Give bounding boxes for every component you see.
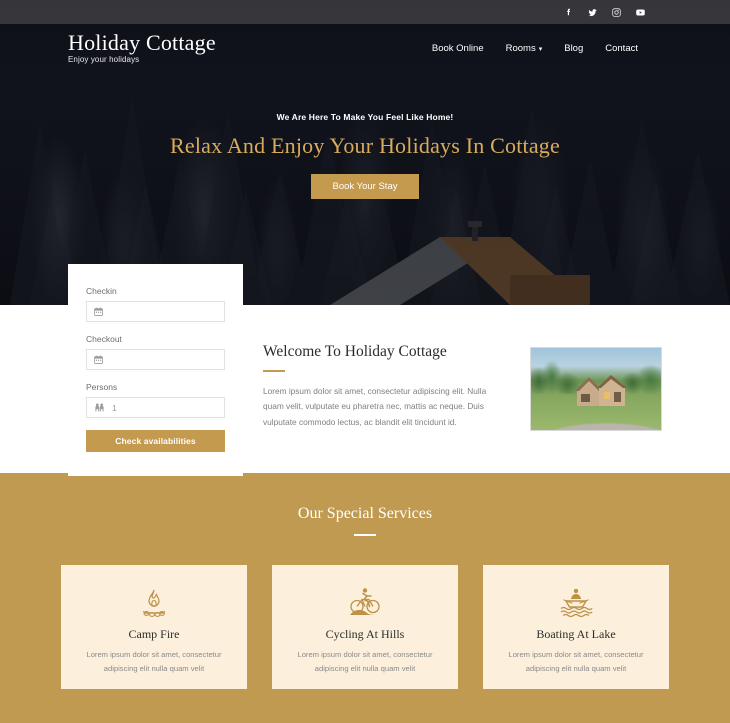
service-card-cycling-at-hills[interactable]: Cycling At Hills Lorem ipsum dolor sit a…: [272, 565, 458, 689]
welcome-image-house: [575, 375, 628, 406]
brand-title: Holiday Cottage: [68, 30, 216, 55]
brand-logo[interactable]: Holiday Cottage Enjoy your holidays: [68, 32, 216, 64]
top-bar: [0, 0, 730, 24]
welcome-divider: [263, 370, 285, 372]
nav-item-contact[interactable]: Contact: [605, 43, 638, 54]
checkin-label: Checkin: [86, 286, 117, 296]
calendar-icon: [94, 307, 103, 316]
service-card-text: Lorem ipsum dolor sit amet, consectetur …: [86, 650, 222, 673]
services-cards: Camp Fire Lorem ipsum dolor sit amet, co…: [0, 565, 730, 689]
services-section: Our Special Services Camp Fire Lorem ips…: [0, 473, 730, 723]
checkout-input[interactable]: [86, 349, 225, 370]
welcome-image: [530, 347, 662, 431]
hero-title: Relax And Enjoy Your Holidays In Cottage: [170, 133, 560, 158]
service-card-camp-fire[interactable]: Camp Fire Lorem ipsum dolor sit amet, co…: [61, 565, 247, 689]
welcome-title: Welcome To Holiday Cottage: [263, 343, 447, 360]
welcome-body: Lorem ipsum dolor sit amet, consectetur …: [263, 386, 487, 427]
nav-item-rooms[interactable]: Rooms ▾: [506, 43, 543, 54]
persons-input[interactable]: 1: [86, 397, 225, 418]
people-icon: [95, 403, 104, 412]
booking-form: Checkin Checkout Persons 1 Check availab…: [68, 264, 243, 476]
welcome-text-block: Welcome To Holiday Cottage Lorem ipsum d…: [263, 343, 507, 473]
cycling-icon: [272, 584, 458, 622]
persons-label: Persons: [86, 382, 118, 392]
youtube-icon[interactable]: [635, 7, 646, 18]
book-your-stay-button[interactable]: Book Your Stay: [310, 174, 420, 199]
nav-item-blog[interactable]: Blog: [564, 43, 583, 54]
checkout-label: Checkout: [86, 334, 122, 344]
check-availabilities-button[interactable]: Check availabilities: [86, 430, 225, 452]
nav-item-book-online[interactable]: Book Online: [432, 43, 484, 54]
service-card-title: Camp Fire: [128, 627, 180, 641]
service-card-text: Lorem ipsum dolor sit amet, consectetur …: [508, 650, 644, 673]
instagram-icon[interactable]: [611, 7, 622, 18]
hero-content: We Are Here To Make You Feel Like Home! …: [0, 112, 730, 199]
nav-item-label: Book Online: [431, 42, 484, 54]
nav-item-label: Blog: [564, 42, 584, 54]
service-card-boating-at-lake[interactable]: Boating At Lake Lorem ipsum dolor sit am…: [483, 565, 669, 689]
persons-value: 1: [112, 402, 117, 413]
hero-eyebrow: We Are Here To Make You Feel Like Home!: [276, 112, 454, 122]
nav-item-label: Contact: [605, 42, 638, 54]
chevron-down-icon: ▾: [538, 45, 543, 53]
checkin-input[interactable]: [86, 301, 225, 322]
twitter-icon[interactable]: [587, 7, 598, 18]
calendar-icon: [94, 355, 103, 364]
service-card-title: Boating At Lake: [536, 627, 616, 641]
facebook-icon[interactable]: [563, 7, 574, 18]
nav-item-label: Rooms: [505, 42, 536, 54]
service-card-title: Cycling At Hills: [325, 627, 405, 641]
brand-tagline: Enjoy your holidays: [68, 55, 140, 64]
main-navbar: Holiday Cottage Enjoy your holidays Book…: [0, 24, 730, 72]
page-root: Holiday Cottage Enjoy your holidays Book…: [0, 0, 730, 723]
services-title: Our Special Services: [297, 505, 433, 522]
nav-links: Book Online Rooms ▾ Blog Contact: [432, 43, 638, 54]
service-card-text: Lorem ipsum dolor sit amet, consectetur …: [297, 650, 433, 673]
services-divider: [354, 534, 376, 536]
hero-section: Holiday Cottage Enjoy your holidays Book…: [0, 0, 730, 305]
boating-icon: [483, 584, 669, 622]
campfire-icon: [61, 584, 247, 622]
